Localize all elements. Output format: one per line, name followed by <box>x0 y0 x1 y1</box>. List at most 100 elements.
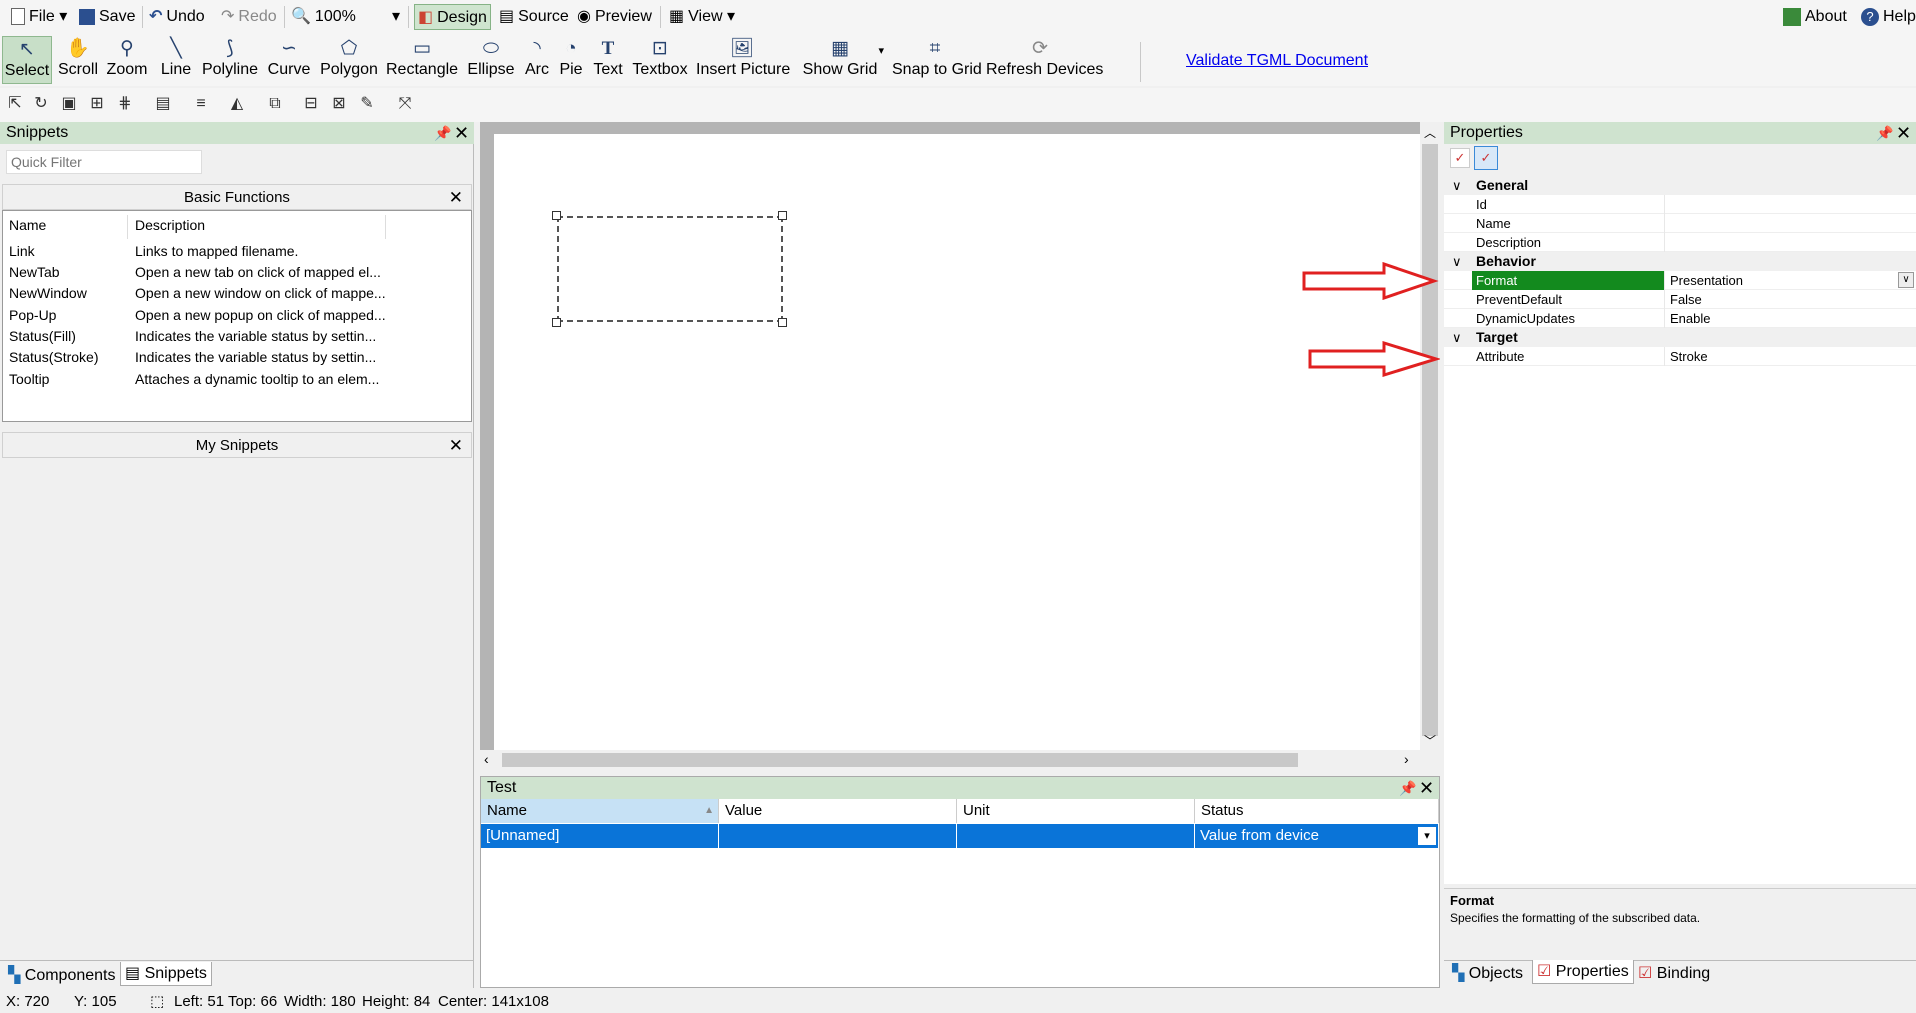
chevron-right-icon[interactable]: › <box>1404 751 1409 767</box>
send-back-icon[interactable]: ⊠ <box>328 93 350 115</box>
tab-snippets[interactable]: ▤ Snippets <box>120 962 212 986</box>
pin-icon[interactable]: 📌 <box>1399 777 1416 799</box>
prop-id[interactable]: Id <box>1444 195 1916 214</box>
tool-scroll[interactable]: ✋ Scroll <box>56 36 100 84</box>
prop-dynamicupdates[interactable]: DynamicUpdates Enable <box>1444 309 1916 328</box>
col-name[interactable]: Name ▲ <box>481 799 719 823</box>
tab-binding[interactable]: ☑ Binding <box>1634 962 1714 986</box>
tool-curve[interactable]: ∽ Curve <box>266 36 312 84</box>
tool-ellipse[interactable]: ⬭ Ellipse <box>464 36 518 84</box>
flip-icon[interactable]: ◭ <box>226 93 248 115</box>
list-item[interactable]: Status(Fill) Indicates the variable statu… <box>3 326 471 347</box>
prop-description[interactable]: Description <box>1444 233 1916 252</box>
tab-properties[interactable]: ☑ Properties <box>1532 960 1634 984</box>
category-target[interactable]: ∨ Target <box>1444 328 1916 347</box>
tool-select[interactable]: ↖ Select <box>2 36 52 84</box>
tool-textbox[interactable]: ⊡ Textbox <box>632 36 688 84</box>
category-general[interactable]: ∨ General <box>1444 176 1916 195</box>
list-item[interactable]: NewTab Open a new tab on click of mapped … <box>3 262 471 283</box>
col-description[interactable]: Description <box>135 215 205 236</box>
pin-icon[interactable]: 📌 <box>1876 122 1893 144</box>
scroll-thumb[interactable] <box>502 753 1298 767</box>
resize-handle[interactable] <box>552 318 561 327</box>
test-row-value[interactable] <box>719 824 957 848</box>
redo-button[interactable]: ↷ Redo <box>218 4 280 30</box>
close-icon[interactable]: ✕ <box>1896 122 1911 144</box>
tool-snap-to-grid[interactable]: ⌗ Snap to Grid <box>892 36 982 84</box>
align-icon[interactable]: ▤ <box>152 93 174 115</box>
col-value[interactable]: Value <box>719 799 957 823</box>
close-icon[interactable]: ✕ <box>454 122 469 144</box>
list-item[interactable]: NewWindow Open a new window on click of m… <box>3 283 471 304</box>
help-button[interactable]: ? Help <box>1858 4 1916 30</box>
pin-icon[interactable]: 📌 <box>434 122 451 144</box>
tool-show-grid[interactable]: ▦ Show Grid ▾ <box>796 36 884 84</box>
list-item[interactable]: Tooltip Attaches a dynamic tooltip to an … <box>3 369 471 390</box>
my-snippets-header[interactable]: My Snippets ✕ <box>2 432 472 458</box>
list-item[interactable]: Status(Stroke) Indicates the variable sta… <box>3 347 471 368</box>
source-tab[interactable]: ▤ Source <box>496 4 572 30</box>
scroll-thumb[interactable] <box>1422 144 1438 736</box>
rotate-icon[interactable]: ↻ <box>30 93 52 115</box>
tab-components[interactable]: ▚ Components <box>4 964 119 988</box>
tool-insert-picture[interactable]: 🖼 Insert Picture <box>696 36 790 84</box>
selected-rectangle[interactable] <box>557 216 783 322</box>
tool-refresh-devices[interactable]: ⟳ Refresh Devices <box>986 36 1103 84</box>
bring-front-icon[interactable]: ⊟ <box>300 93 322 115</box>
list-item[interactable]: Pop-Up Open a new popup on click of mappe… <box>3 305 471 326</box>
close-icon[interactable]: ✕ <box>449 433 463 459</box>
chevron-left-icon[interactable]: ‹ <box>484 751 489 767</box>
resize-handle[interactable] <box>778 211 787 220</box>
tool-pie[interactable]: ◔ Pie <box>556 36 586 84</box>
zoom-dropdown[interactable]: 🔍 100% ▾ <box>288 4 400 30</box>
about-button[interactable]: About <box>1780 4 1850 30</box>
horizontal-scrollbar[interactable]: ‹ › <box>480 750 1440 770</box>
chevron-down-icon[interactable]: ﹀ <box>1424 732 1436 749</box>
categorized-icon[interactable]: ✓ <box>1450 148 1470 168</box>
quick-filter-input[interactable] <box>6 150 202 174</box>
group-icon[interactable]: ▣ <box>58 93 80 115</box>
prop-attribute[interactable]: Attribute Stroke <box>1444 347 1916 366</box>
col-status[interactable]: Status <box>1195 799 1439 823</box>
prop-format[interactable]: Format Presentation ∨ <box>1444 271 1916 290</box>
transform-icon[interactable]: ⤧ <box>394 93 416 115</box>
close-icon[interactable]: ✕ <box>449 185 463 211</box>
design-tab[interactable]: ◧ Design <box>414 4 491 30</box>
tab-objects[interactable]: ▚ Objects <box>1448 962 1527 986</box>
pointer-icon[interactable]: ⇱ <box>4 93 26 115</box>
undo-button[interactable]: ↶ Undo <box>146 4 208 30</box>
distribute-icon[interactable]: ⋕ <box>114 93 136 115</box>
close-icon[interactable]: ✕ <box>1419 777 1434 799</box>
tool-polygon[interactable]: ⬠ Polygon <box>318 36 380 84</box>
paint-icon[interactable]: ✎ <box>356 93 378 115</box>
tool-arc[interactable]: ◝ Arc <box>520 36 554 84</box>
order-icon[interactable]: ⧉ <box>264 93 286 115</box>
chevron-up-icon[interactable]: ︿ <box>1424 124 1436 141</box>
list-item[interactable]: Link Links to mapped filename. <box>3 241 471 262</box>
prop-preventdefault[interactable]: PreventDefault False <box>1444 290 1916 309</box>
chevron-down-icon[interactable]: ∨ <box>1898 272 1914 288</box>
vertical-scrollbar[interactable]: ︿ ﹀ <box>1420 122 1440 750</box>
tool-rectangle[interactable]: ▭ Rectangle <box>386 36 458 84</box>
align-center-icon[interactable]: ≡ <box>190 93 212 115</box>
prop-name[interactable]: Name <box>1444 214 1916 233</box>
basic-functions-header[interactable]: Basic Functions ✕ <box>2 184 472 210</box>
ungroup-icon[interactable]: ⊞ <box>86 93 108 115</box>
col-unit[interactable]: Unit <box>957 799 1195 823</box>
preview-tab[interactable]: ◉ Preview <box>574 4 655 30</box>
test-row-name[interactable]: [Unnamed] <box>481 824 719 848</box>
resize-handle[interactable] <box>778 318 787 327</box>
category-behavior[interactable]: ∨ Behavior <box>1444 252 1916 271</box>
col-name[interactable]: Name <box>9 215 46 236</box>
view-menu[interactable]: ▦ View ▾ <box>666 4 738 30</box>
resize-handle[interactable] <box>552 211 561 220</box>
tool-text[interactable]: T Text <box>590 36 626 84</box>
test-row-status[interactable]: Value from device ▾ <box>1195 824 1439 848</box>
alphabetical-icon[interactable]: ✓ <box>1474 146 1498 170</box>
tool-zoom[interactable]: ⚲ Zoom <box>104 36 150 84</box>
tool-polyline[interactable]: ⟆ Polyline <box>200 36 260 84</box>
test-row-unit[interactable] <box>957 824 1195 848</box>
save-button[interactable]: Save <box>76 4 138 30</box>
tool-line[interactable]: ╲ Line <box>158 36 194 84</box>
chevron-down-icon[interactable]: ▾ <box>1418 827 1436 845</box>
